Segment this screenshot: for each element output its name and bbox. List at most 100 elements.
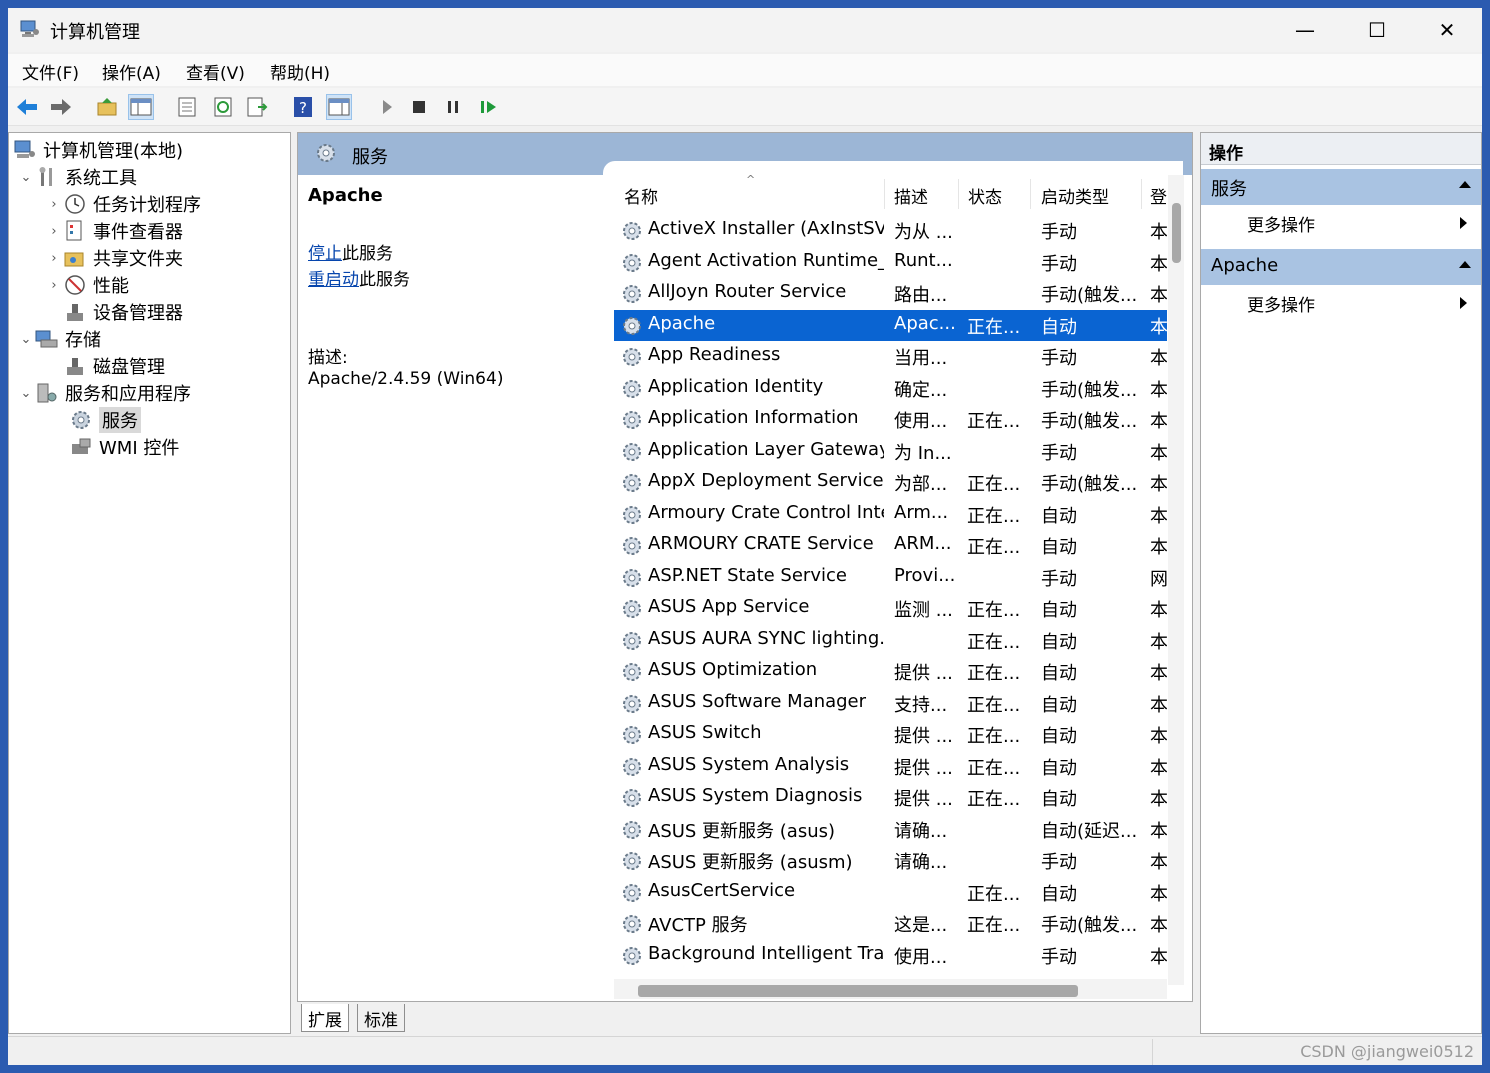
table-row[interactable]: App Readiness 当用... 手动 本 — [614, 341, 1167, 373]
chevron-right-icon[interactable]: › — [45, 197, 63, 212]
table-row[interactable]: ASUS 更新服务 (asus) 请确... 自动(延迟... 本 — [614, 814, 1167, 846]
properties-icon[interactable] — [174, 94, 200, 120]
tree-item-label: 磁盘管理 — [93, 357, 165, 378]
chevron-right-icon[interactable]: › — [45, 251, 63, 266]
table-row[interactable]: ASUS System Diagnosis 提供 ... 正在... 自动 本 — [614, 782, 1167, 814]
table-row[interactable]: ASUS System Analysis 提供 ... 正在... 自动 本 — [614, 751, 1167, 783]
chevron-down-icon[interactable]: ⌄ — [17, 332, 35, 347]
chevron-down-icon[interactable]: ⌄ — [17, 170, 35, 185]
service-name-cell: Application Identity — [648, 375, 824, 397]
service-logon-cell: 本 — [1150, 537, 1167, 558]
pause-service-icon[interactable] — [440, 94, 466, 120]
up-folder-icon[interactable] — [94, 94, 120, 120]
service-gear-icon — [620, 377, 644, 401]
service-description-cell: Arm... — [894, 501, 949, 523]
menu-view[interactable]: 查看(V) — [186, 59, 245, 84]
services-list[interactable]: 名称 ^ 描述 状态 启动类型 登 ActiveX Installer (AxI… — [614, 175, 1167, 985]
back-icon[interactable] — [14, 94, 40, 120]
service-name-cell: Application Layer Gateway ... — [648, 438, 884, 460]
action-section-services[interactable]: 服务 — [1201, 169, 1481, 205]
tab-extended[interactable]: 扩展 — [301, 1004, 349, 1032]
menu-file[interactable]: 文件(F) — [22, 59, 79, 84]
refresh-icon[interactable] — [210, 94, 236, 120]
tree-item-wmi-control[interactable]: WMI 控件 — [69, 434, 179, 460]
menu-help[interactable]: 帮助(H) — [270, 59, 330, 84]
service-status-cell: 正在... — [967, 694, 1021, 716]
column-divider[interactable] — [884, 179, 885, 209]
more-actions-services[interactable]: 更多操作 — [1201, 207, 1481, 239]
service-startup-type-cell: 手动 — [1041, 222, 1077, 243]
more-actions-apache[interactable]: 更多操作 — [1201, 287, 1481, 319]
table-row[interactable]: ASUS App Service 监测 ... 正在... 自动 本 — [614, 593, 1167, 625]
column-header-startup-type[interactable]: 启动类型 — [1041, 183, 1109, 208]
table-row[interactable]: Background Intelligent Tra... 使用... 手动 本 — [614, 940, 1167, 972]
close-button[interactable]: ✕ — [1412, 8, 1482, 52]
menu-action[interactable]: 操作(A) — [102, 59, 161, 84]
table-row[interactable]: ASUS 更新服务 (asusm) 请确... 手动 本 — [614, 845, 1167, 877]
table-row[interactable]: AVCTP 服务 这是... 正在... 手动(触发... 本 — [614, 908, 1167, 940]
table-row[interactable]: ASUS Switch 提供 ... 正在... 自动 本 — [614, 719, 1167, 751]
column-divider[interactable] — [1030, 179, 1031, 209]
help-icon[interactable]: ? — [290, 94, 316, 120]
tree-item-services-and-apps[interactable]: ⌄ 服务和应用程序 — [17, 380, 191, 406]
table-row[interactable]: AsusCertService 正在... 自动 本 — [614, 877, 1167, 909]
horizontal-scrollbar[interactable] — [614, 979, 1167, 999]
tree-item-computer-management[interactable]: 计算机管理(本地) — [13, 137, 183, 163]
collapse-up-icon[interactable] — [1459, 181, 1471, 188]
column-header-name[interactable]: 名称 — [624, 183, 658, 208]
table-row[interactable]: ASUS Software Manager 支持... 正在... 自动 本 — [614, 688, 1167, 720]
forward-icon[interactable] — [48, 94, 74, 120]
column-header-logon[interactable]: 登 — [1150, 183, 1167, 208]
table-row[interactable]: Application Layer Gateway ... 为 In... 手动 本 — [614, 436, 1167, 468]
stop-service-icon[interactable] — [406, 94, 432, 120]
tree-item-shared-folders[interactable]: › 共享文件夹 — [45, 245, 183, 271]
vertical-scroll-thumb[interactable] — [1172, 203, 1181, 263]
table-row[interactable]: ASUS AURA SYNC lighting... 正在... 自动 本 — [614, 625, 1167, 657]
stop-service-link[interactable]: 停止 — [308, 244, 342, 264]
vertical-scrollbar[interactable] — [1168, 175, 1184, 985]
service-description-cell: 路由... — [894, 285, 948, 306]
minimize-button[interactable]: — — [1270, 8, 1340, 52]
maximize-button[interactable]: ☐ — [1342, 8, 1412, 52]
table-row[interactable]: Armoury Crate Control Inte... Arm... 正在...… — [614, 499, 1167, 531]
table-row[interactable]: AllJoyn Router Service 路由... 手动(触发... 本 — [614, 278, 1167, 310]
tree-item-system-tools[interactable]: ⌄ 系统工具 — [17, 164, 137, 190]
table-row[interactable]: AppX Deployment Service ... 为部... 正在... 手动(… — [614, 467, 1167, 499]
table-row[interactable]: Application Identity 确定... 手动(触发... 本 — [614, 373, 1167, 405]
tree-item-storage[interactable]: ⌄ 存储 — [17, 326, 101, 352]
table-row[interactable]: Apache Apac... 正在... 自动 本 — [614, 309, 1167, 341]
table-row[interactable]: Application Information 使用... 正在... 手动(触发..… — [614, 404, 1167, 436]
chevron-right-icon[interactable]: › — [45, 278, 63, 293]
service-gear-icon — [620, 786, 644, 810]
tree-item-performance[interactable]: › 性能 — [45, 272, 129, 298]
chevron-down-icon[interactable]: ⌄ — [17, 386, 35, 401]
tree-item-disk-management[interactable]: 磁盘管理 — [63, 353, 165, 379]
device-manager-icon — [63, 301, 87, 323]
column-header-description[interactable]: 描述 — [894, 183, 928, 208]
chevron-right-icon[interactable]: › — [45, 224, 63, 239]
tree-item-device-manager[interactable]: 设备管理器 — [63, 299, 183, 325]
table-row[interactable]: ASUS Optimization 提供 ... 正在... 自动 本 — [614, 656, 1167, 688]
table-row[interactable]: ASP.NET State Service Provi... 手动 网 — [614, 562, 1167, 594]
column-divider[interactable] — [958, 179, 959, 209]
table-row[interactable]: ActiveX Installer (AxInstSV) 为从 ... 手动 本 — [614, 215, 1167, 247]
resume-service-icon[interactable] — [476, 94, 502, 120]
tab-standard[interactable]: 标准 — [357, 1004, 405, 1032]
table-row[interactable]: Agent Activation Runtime_... Runt... 手动 本 — [614, 247, 1167, 279]
show-hide-action-pane-icon[interactable] — [326, 94, 352, 120]
tree-item-event-viewer[interactable]: › 事件查看器 — [45, 218, 183, 244]
restart-service-link[interactable]: 重启动 — [308, 270, 359, 290]
start-service-icon[interactable] — [374, 94, 400, 120]
show-hide-tree-icon[interactable] — [128, 94, 154, 120]
tree-item-services[interactable]: 服务 — [69, 407, 141, 433]
table-row[interactable]: ARMOURY CRATE Service ARM... 正在... 自动 本 — [614, 530, 1167, 562]
collapse-up-icon[interactable] — [1459, 261, 1471, 268]
tree-item-task-scheduler[interactable]: › 任务计划程序 — [45, 191, 201, 217]
column-header-status[interactable]: 状态 — [968, 183, 1002, 208]
action-section-apache[interactable]: Apache — [1201, 249, 1481, 285]
title-bar[interactable]: 计算机管理 — ☐ ✕ — [8, 8, 1482, 52]
horizontal-scroll-thumb[interactable] — [638, 985, 1078, 997]
event-viewer-icon — [63, 220, 87, 242]
column-divider[interactable] — [1141, 179, 1142, 209]
export-list-icon[interactable] — [244, 94, 270, 120]
